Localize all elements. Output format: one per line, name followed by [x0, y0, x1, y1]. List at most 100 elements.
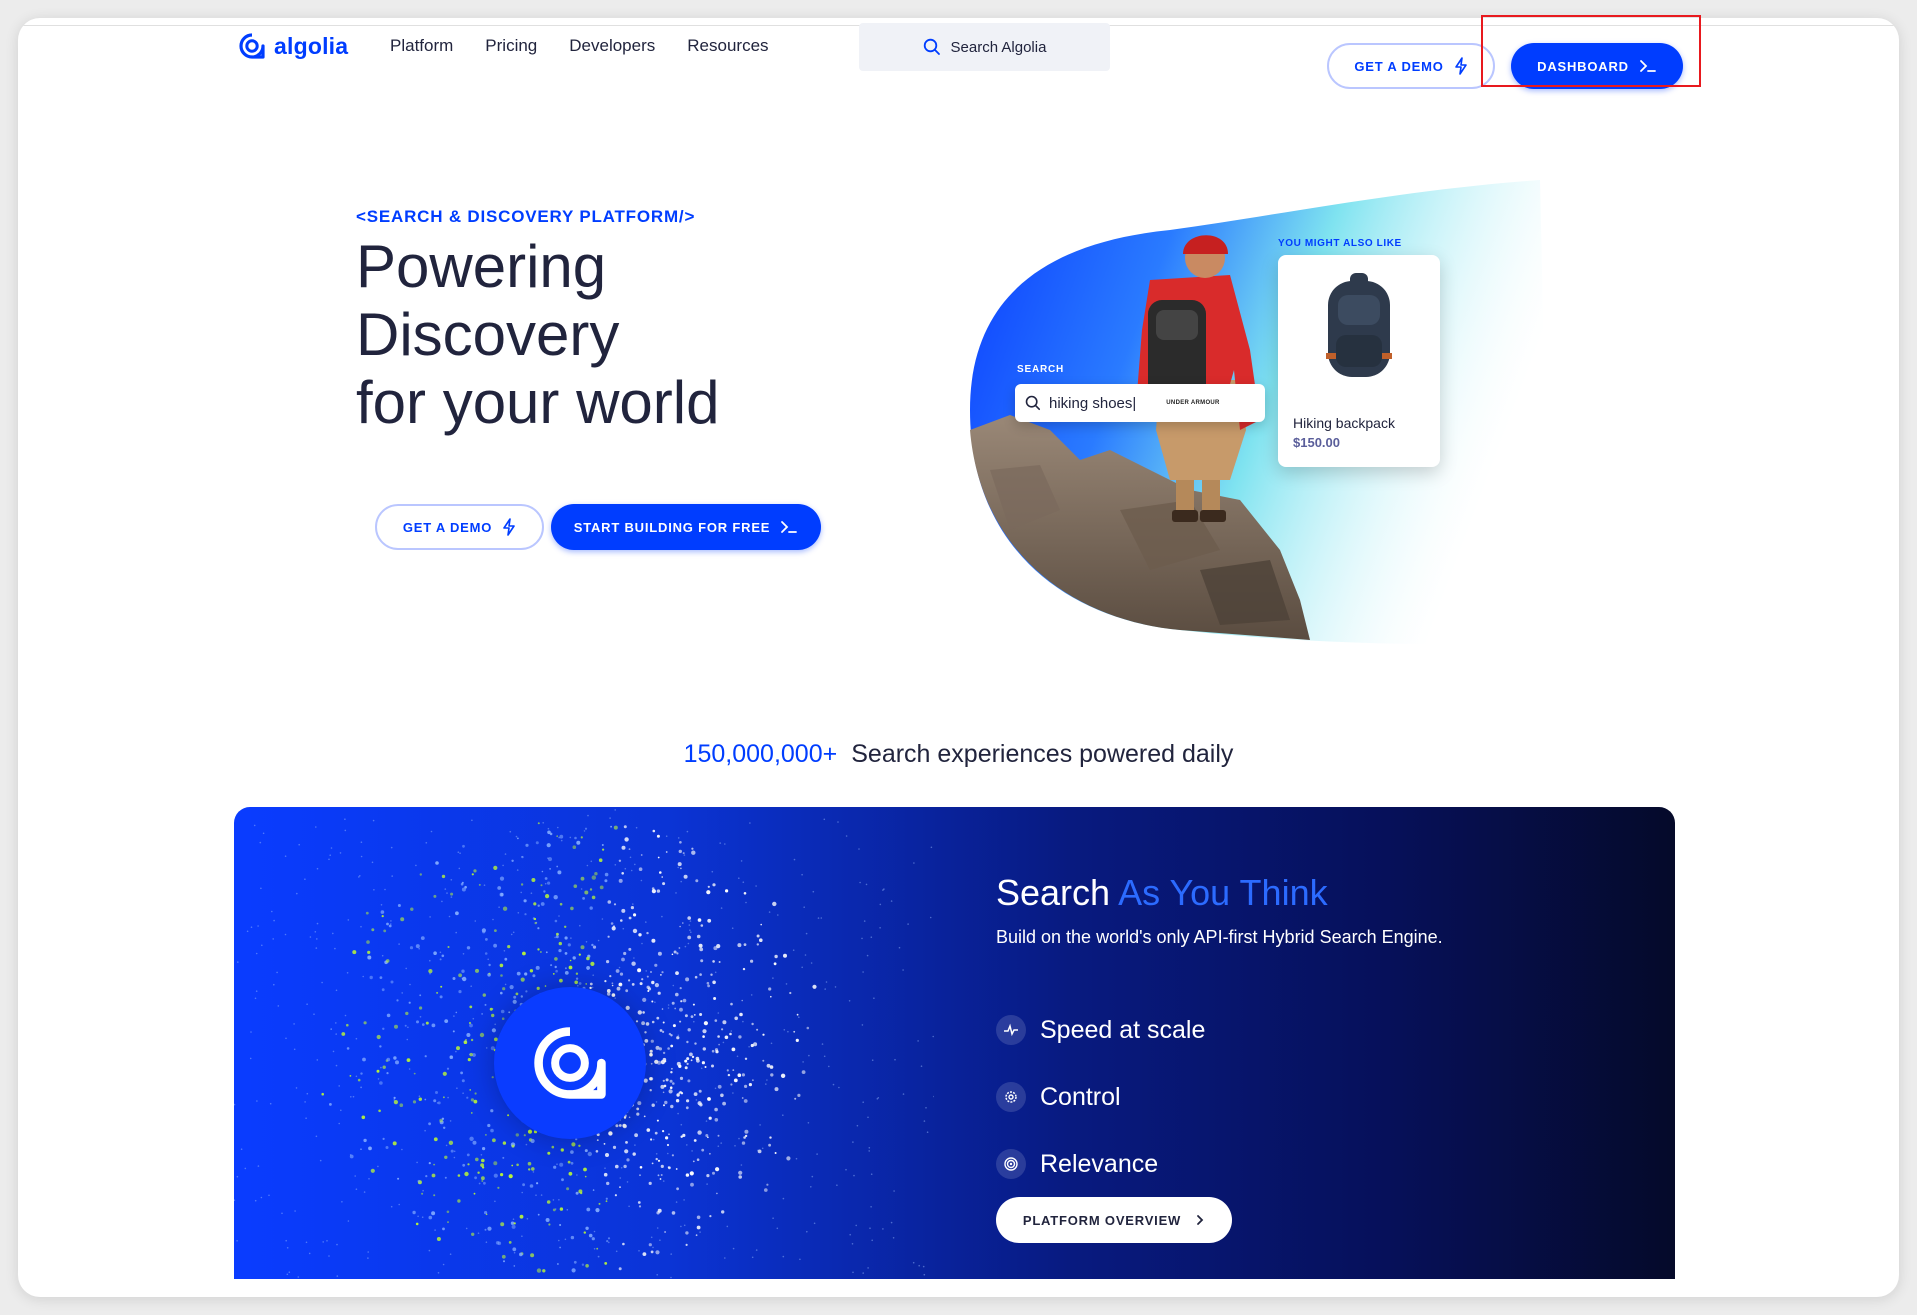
particle-dot — [730, 1083, 733, 1086]
particle-dot — [607, 992, 611, 996]
particle-dot — [603, 1172, 608, 1177]
particle-dot — [425, 842, 428, 844]
particle-dot — [929, 916, 932, 919]
particle-dot — [537, 904, 540, 907]
particle-dot — [330, 847, 333, 849]
nav-item-pricing[interactable]: Pricing — [485, 36, 537, 56]
particle-dot — [764, 1188, 768, 1192]
particle-dot — [632, 928, 638, 934]
particle-dot — [462, 976, 467, 982]
nav-item-resources[interactable]: Resources — [687, 36, 768, 56]
particle-dot — [484, 1228, 487, 1231]
platform-overview-button[interactable]: PLATFORM OVERVIEW — [996, 1197, 1232, 1243]
particle-dot — [624, 1149, 629, 1154]
particle-dot — [604, 1262, 608, 1265]
particle-dot — [536, 986, 540, 990]
particle-dot — [435, 861, 439, 865]
particle-dot — [500, 1009, 505, 1014]
particle-dot — [720, 1142, 722, 1144]
particle-dot — [405, 967, 407, 970]
particle-dot — [620, 984, 623, 987]
particle-dot — [670, 1276, 672, 1279]
particle-dot — [623, 1116, 627, 1119]
particle-dot — [559, 1246, 561, 1249]
particle-dot — [485, 1047, 488, 1049]
particle-dot — [738, 1035, 742, 1039]
particle-dot — [484, 1211, 488, 1215]
hero-get-demo-button[interactable]: GET A DEMO — [375, 504, 544, 550]
particle-dot — [520, 995, 523, 998]
particle-dot — [636, 1112, 640, 1116]
particle-dot — [920, 1065, 923, 1067]
nav-item-platform[interactable]: Platform — [390, 36, 453, 56]
particle-dot — [816, 1153, 818, 1155]
particle-dot — [676, 1093, 680, 1097]
particle-dot — [571, 1142, 576, 1147]
particle-dot — [415, 1222, 419, 1226]
particle-dot — [570, 1150, 574, 1154]
algolia-logo[interactable]: algolia — [238, 32, 348, 60]
particle-dot — [801, 1070, 806, 1074]
particle-dot — [628, 916, 632, 920]
particle-dot — [429, 959, 431, 962]
product-card[interactable]: Hiking backpack $150.00 — [1278, 255, 1440, 467]
particle-dot — [677, 866, 679, 869]
particle-dot — [450, 892, 454, 896]
particle-dot — [478, 883, 481, 886]
particle-dot — [309, 936, 312, 938]
particle-dot — [371, 861, 374, 864]
particle-dot — [892, 1237, 895, 1239]
particle-dot — [491, 1013, 495, 1018]
search-input[interactable]: Search Algolia — [859, 23, 1110, 71]
particle-dot — [468, 1053, 471, 1056]
particle-dot — [902, 1093, 905, 1095]
particle-dot — [602, 848, 605, 851]
particle-dot — [633, 957, 635, 959]
particle-dot — [773, 962, 777, 966]
particle-dot — [601, 918, 604, 920]
particle-dot — [580, 888, 583, 890]
particle-dot — [416, 1020, 419, 1024]
nav-item-developers[interactable]: Developers — [569, 36, 655, 56]
particle-dot — [821, 1043, 824, 1045]
platform-title: Search As You Think — [996, 872, 1328, 914]
particle-dot — [349, 1075, 352, 1077]
particle-dot — [682, 922, 684, 924]
nav-get-demo-button[interactable]: GET A DEMO — [1327, 43, 1495, 89]
hero-search-input[interactable]: hiking shoes| UNDER ARMOUR — [1015, 384, 1265, 422]
particle-dot — [472, 1140, 477, 1145]
algolia-orb — [494, 987, 646, 1139]
particle-dot — [567, 943, 571, 947]
particle-dot — [766, 1079, 768, 1081]
feature-label: Relevance — [1040, 1149, 1159, 1178]
particle-dot — [654, 1059, 659, 1064]
particle-dot — [380, 904, 383, 906]
particle-dot — [686, 1057, 690, 1061]
particle-dot — [782, 1114, 784, 1116]
particle-dot — [912, 1261, 915, 1264]
particle-dot — [570, 906, 574, 911]
particle-dot — [550, 964, 553, 967]
particle-dot — [360, 1148, 362, 1150]
particle-dot — [382, 1027, 385, 1030]
particle-dot — [298, 843, 300, 846]
particle-dot — [787, 1030, 789, 1033]
particle-dot — [578, 1144, 581, 1147]
particle-dot — [642, 997, 647, 1002]
particle-dot — [637, 968, 642, 973]
particle-dot — [315, 1135, 318, 1138]
particle-dot — [568, 1171, 573, 1176]
particle-dot — [504, 957, 508, 961]
particle-dot — [712, 980, 716, 985]
particle-dot — [923, 1120, 926, 1122]
start-building-button[interactable]: START BUILDING FOR FREE — [551, 504, 821, 550]
particle-dot — [433, 951, 437, 955]
particle-dot — [597, 1255, 600, 1258]
particle-dot — [661, 1008, 664, 1010]
terminal-icon — [781, 521, 798, 533]
particle-dot — [501, 1254, 506, 1259]
particle-dot — [917, 1040, 919, 1042]
particle-dot — [450, 879, 453, 881]
particle-dot — [634, 1144, 636, 1146]
particle-dot — [369, 975, 373, 980]
